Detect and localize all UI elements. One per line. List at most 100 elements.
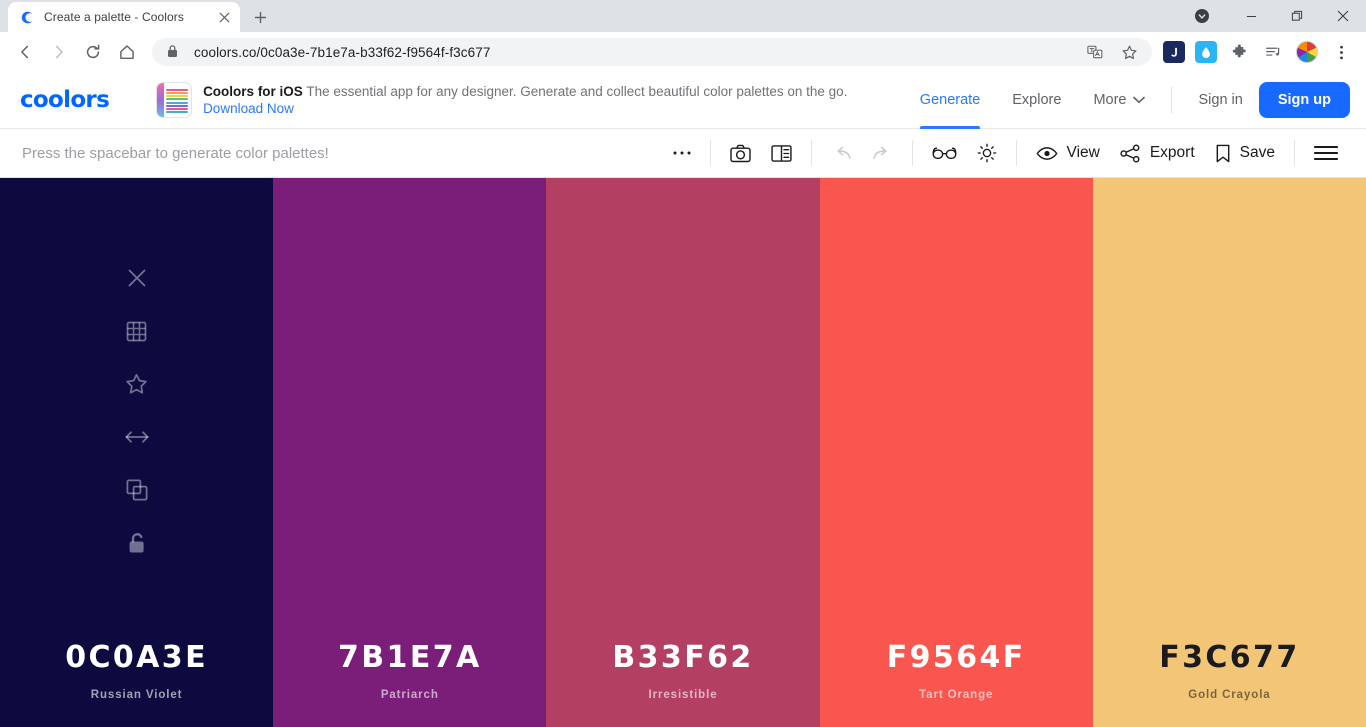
color-swatch[interactable]: F9564F Tart Orange	[819, 178, 1093, 727]
swatch-labels: F3C677 Gold Crayola	[1093, 640, 1366, 701]
swatch-color-name: Gold Crayola	[1188, 689, 1271, 701]
swatch-hex[interactable]: F3C677	[1093, 640, 1366, 675]
promo-title: Coolors for iOS	[203, 84, 303, 99]
color-swatch[interactable]: 7B1E7A Patriarch	[273, 178, 547, 727]
swatch-labels: B33F62 Irresistible	[546, 640, 819, 701]
swatch-labels: 0C0A3E Russian Violet	[0, 640, 273, 701]
share-icon	[1120, 144, 1141, 163]
address-bar-url: coolors.co/0c0a3e-7b1e7a-b33f62-f9564f-f…	[194, 44, 491, 60]
redo-icon[interactable]	[872, 138, 893, 168]
promo-description: The essential app for any designer. Gene…	[306, 84, 848, 99]
undo-icon[interactable]	[831, 138, 852, 168]
promo-download-link[interactable]: Download Now	[203, 101, 294, 116]
color-swatch[interactable]: B33F62 Irresistible	[546, 178, 820, 727]
journal-extension-icon[interactable]	[1163, 41, 1185, 63]
toolbar-divider	[709, 140, 711, 166]
remove-color-icon[interactable]	[125, 266, 149, 290]
three-dot-menu-icon[interactable]	[1327, 38, 1355, 66]
tab-search-icon[interactable]	[1188, 2, 1216, 30]
maximize-icon[interactable]	[1274, 0, 1320, 32]
eye-icon	[1036, 146, 1058, 161]
swatch-labels: 7B1E7A Patriarch	[273, 640, 546, 701]
extension-icons	[1158, 38, 1290, 66]
glasses-icon[interactable]	[932, 138, 957, 168]
profile-avatar[interactable]	[1296, 41, 1318, 63]
nav-item-more-label: More	[1093, 92, 1127, 108]
swatch-color-name: Russian Violet	[90, 689, 183, 701]
drag-handle-icon[interactable]	[125, 425, 149, 449]
toolbar-divider	[911, 140, 913, 166]
color-swatch[interactable]: F3C677 Gold Crayola	[1092, 178, 1366, 727]
nav-item-generate[interactable]: Generate	[919, 72, 981, 129]
close-icon[interactable]	[1320, 0, 1366, 32]
bookmark-icon	[1215, 144, 1231, 163]
browser-window: Create a palette - Coolors coolors.co/0c…	[0, 0, 1366, 727]
swatch-hex[interactable]: B33F62	[546, 640, 819, 675]
coolors-logo[interactable]: coolors	[20, 87, 110, 113]
swatch-labels: F9564F Tart Orange	[820, 640, 1093, 701]
site-header: coolors Coolors for iOS The essential ap…	[0, 72, 1366, 129]
toolbar-divider	[810, 140, 812, 166]
toolbar-divider	[1294, 140, 1295, 166]
swatch-hex[interactable]: 0C0A3E	[0, 640, 273, 675]
address-bar[interactable]: coolors.co/0c0a3e-7b1e7a-b33f62-f9564f-f…	[152, 38, 1152, 66]
swatch-color-name: Patriarch	[380, 689, 439, 701]
lock-icon	[166, 44, 182, 60]
color-swatch[interactable]: 0C0A3E Russian Violet	[0, 178, 274, 727]
swatch-color-name: Tart Orange	[919, 689, 994, 701]
hamburger-menu-icon[interactable]	[1314, 138, 1338, 168]
site-nav: Generate Explore More Sign in Sign up	[904, 72, 1350, 129]
swatch-color-name: Irresistible	[648, 689, 718, 701]
toolbar-actions: View Export Save	[663, 138, 1348, 168]
nav-item-more[interactable]: More	[1093, 72, 1146, 129]
ios-app-icon	[157, 83, 192, 117]
copy-hex-icon[interactable]	[125, 478, 149, 502]
app-toolbar: Press the spacebar to generate color pal…	[0, 129, 1366, 178]
reload-button[interactable]	[79, 38, 107, 66]
playlist-extension-icon[interactable]	[1259, 38, 1287, 66]
save-label: Save	[1239, 144, 1275, 161]
color-palette: 0C0A3E Russian Violet 7B1E7A Patriarch B33F6…	[0, 178, 1366, 727]
translate-icon[interactable]	[1081, 38, 1109, 66]
toolbar-divider	[1015, 140, 1017, 166]
window-controls	[1188, 0, 1366, 32]
star-icon[interactable]	[1115, 38, 1143, 66]
back-button[interactable]	[11, 38, 39, 66]
swatch-tools	[125, 266, 149, 584]
export-button[interactable]: Export	[1120, 138, 1195, 168]
view-button[interactable]: View	[1036, 138, 1100, 168]
tab-strip: Create a palette - Coolors	[0, 0, 1366, 32]
nav-divider	[1171, 87, 1173, 113]
view-label: View	[1066, 144, 1100, 161]
brightness-icon[interactable]	[977, 138, 997, 168]
camera-icon[interactable]	[729, 138, 751, 168]
promo-text: Coolors for iOS The essential app for an…	[203, 83, 904, 117]
favorite-icon[interactable]	[125, 372, 149, 396]
view-shades-icon[interactable]	[125, 319, 149, 343]
new-tab-button[interactable]	[246, 3, 274, 31]
save-button[interactable]: Save	[1215, 138, 1275, 168]
forward-button[interactable]	[45, 38, 73, 66]
tab-title: Create a palette - Coolors	[44, 10, 185, 24]
browser-tab[interactable]: Create a palette - Coolors	[8, 2, 240, 32]
sign-in-link[interactable]: Sign in	[1198, 92, 1242, 108]
minimize-icon[interactable]	[1228, 0, 1274, 32]
spacebar-hint: Press the spacebar to generate color pal…	[22, 144, 329, 162]
omnibox-actions	[1078, 38, 1146, 66]
promo-banner[interactable]: Coolors for iOS The essential app for an…	[157, 83, 904, 117]
swatch-hex[interactable]: 7B1E7A	[273, 640, 546, 675]
layout-panel-icon[interactable]	[770, 138, 792, 168]
droplet-extension-icon[interactable]	[1195, 41, 1217, 63]
lock-toggle-icon[interactable]	[125, 531, 149, 555]
sign-up-button[interactable]: Sign up	[1258, 82, 1350, 118]
coolors-c-icon	[19, 9, 35, 25]
chevron-down-icon	[1133, 96, 1146, 104]
puzzle-extension-icon[interactable]	[1225, 38, 1253, 66]
ellipsis-icon[interactable]	[673, 138, 691, 168]
tab-close-icon[interactable]	[216, 9, 232, 25]
export-label: Export	[1149, 144, 1195, 161]
swatch-hex[interactable]: F9564F	[820, 640, 1093, 675]
nav-item-explore[interactable]: Explore	[1012, 72, 1061, 129]
home-button[interactable]	[113, 38, 141, 66]
browser-toolbar: coolors.co/0c0a3e-7b1e7a-b33f62-f9564f-f…	[0, 32, 1366, 72]
